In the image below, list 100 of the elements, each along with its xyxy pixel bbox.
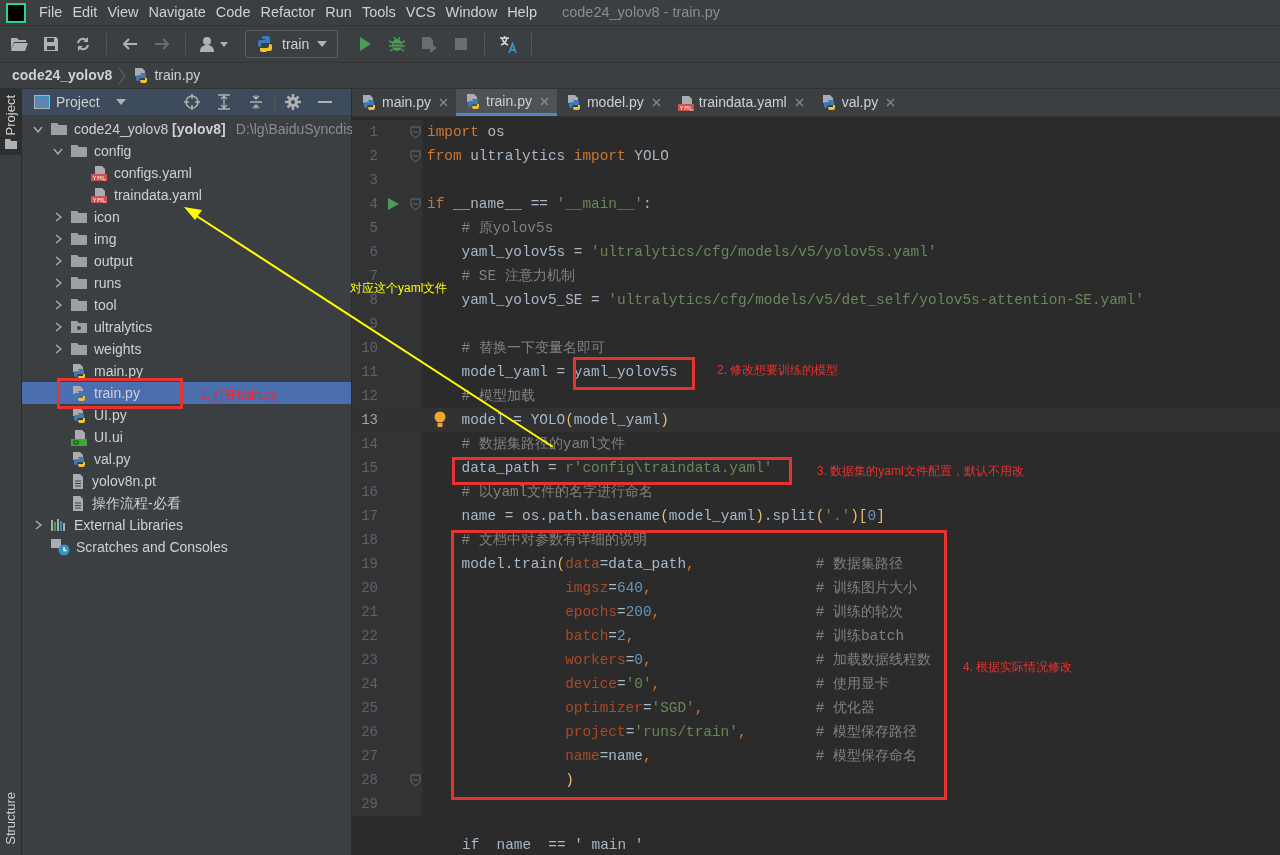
yaml-file-icon	[90, 187, 108, 203]
close-icon	[439, 98, 449, 107]
code-line: # 数据集路径的yaml文件	[460, 436, 626, 452]
run-configuration-dropdown[interactable]: train	[245, 30, 339, 58]
tree-item[interactable]: val.py	[22, 448, 351, 470]
editor-tab[interactable]: main.py	[352, 89, 457, 116]
yaml-file-icon	[676, 94, 695, 111]
translate-icon[interactable]	[499, 35, 518, 53]
tree-item[interactable]: UI.ui	[22, 426, 351, 448]
annotation-note: 2. 修改想要训练的模型	[717, 362, 839, 379]
code-line: device='0', # 使用显卡	[564, 676, 889, 692]
expand-all-icon[interactable]	[216, 94, 232, 110]
tree-item[interactable]: config	[22, 140, 351, 162]
code-line: model = YOLO(model_yaml)	[460, 412, 669, 428]
editor-tab[interactable]: traindata.yaml	[668, 89, 812, 116]
tree-item[interactable]: Scratches and Consoles	[22, 536, 351, 558]
code-line: # 替换一下变量名即可	[460, 340, 605, 356]
menu-item[interactable]: File	[34, 1, 68, 24]
tree-item[interactable]: img	[22, 228, 351, 250]
close-icon	[886, 98, 896, 107]
window-title: code24_yolov8 - train.py	[561, 2, 720, 22]
editor-tab[interactable]: val.py	[811, 89, 904, 116]
folder-icon	[70, 320, 88, 334]
code-line: batch=2, # 训练batch	[564, 628, 905, 644]
user-icon	[199, 35, 217, 53]
tree-item[interactable]: traindata.yaml	[22, 184, 351, 206]
code-line: yaml_yolov5_SE = 'ultralytics/cfg/models/v5/det_self/yolov5s-attention-SE.yaml'	[460, 292, 1144, 308]
bug-icon[interactable]	[388, 35, 407, 53]
tree-item[interactable]: 操作流程-必看	[22, 492, 351, 514]
code-line: # 原yolov5s	[460, 220, 554, 236]
chevron-icon	[118, 66, 127, 85]
code-line: # 模型加载	[460, 388, 535, 404]
menu-item[interactable]: Navigate	[143, 1, 211, 24]
tree-item[interactable]: yolov8n.pt	[22, 470, 351, 492]
tree-item[interactable]: weights	[22, 338, 351, 360]
annotation-note: 对应这个yaml文件	[350, 280, 448, 295]
open-folder-icon[interactable]	[10, 35, 28, 53]
code-line: model.train(data=data_path, # 数据集路径	[460, 556, 903, 572]
folder-icon	[70, 144, 88, 158]
annotation-note: 4. 根据实际情况修改	[963, 659, 1073, 676]
file-icon	[70, 494, 86, 512]
code-line: project='runs/train', # 模型保存路径	[564, 724, 917, 740]
code-line: data_path = r'config\traindata.yaml'	[460, 460, 773, 476]
tree-item[interactable]: code24_yolov8 [yolov8] D:\lg\BaiduSyncdis	[22, 118, 351, 140]
code-line: epochs=200, # 训练的轮次	[564, 604, 903, 620]
breadcrumb-item[interactable]: code24_yolov8	[12, 65, 113, 86]
settings-icon[interactable]	[285, 94, 301, 110]
qt-file-icon	[70, 428, 88, 446]
editor-tab[interactable]: model.py	[556, 89, 669, 116]
tree-item[interactable]: configs.yaml	[22, 162, 351, 184]
caret-icon	[115, 99, 126, 105]
locate-icon[interactable]	[184, 94, 200, 110]
tree-item[interactable]: tool	[22, 294, 351, 316]
menu-item[interactable]: Code	[210, 1, 256, 24]
sync-icon[interactable]	[74, 35, 92, 53]
python-file-icon	[360, 94, 378, 111]
menu-item[interactable]: Refactor	[255, 1, 321, 24]
menu-item[interactable]: Tools	[356, 1, 401, 24]
code-line: from ultralytics import YOLO	[427, 148, 669, 164]
tree-item[interactable]: output	[22, 250, 351, 272]
save-icon[interactable]	[42, 35, 60, 53]
tool-window-tab[interactable]: Structure	[0, 792, 21, 845]
tree-item[interactable]: icon	[22, 206, 351, 228]
tree-item[interactable]: External Libraries	[22, 514, 351, 536]
tree-item[interactable]: runs	[22, 272, 351, 294]
collapse-all-icon[interactable]	[248, 94, 264, 110]
scratches-icon	[50, 538, 70, 556]
line-number: 13	[360, 410, 378, 430]
caret-icon	[220, 41, 228, 47]
code-line: model_yaml = yaml_yolov5s	[460, 364, 678, 380]
folder-icon	[70, 298, 88, 312]
code-line: imgsz=640, # 训练图片大小	[564, 580, 917, 596]
annotation-note: 1. 打开train.py	[200, 387, 277, 404]
code-line: )	[564, 772, 574, 788]
code-line: # 以yaml文件的名字进行命名	[460, 484, 654, 500]
menu-item[interactable]: Window	[440, 1, 503, 24]
file-icon	[70, 472, 86, 490]
tree-item[interactable]: main.py	[22, 360, 351, 382]
python-file-icon	[70, 406, 88, 424]
python-icon	[256, 35, 274, 53]
code-line: if name == ' main '	[462, 836, 644, 855]
menu-item[interactable]: Help	[502, 1, 542, 24]
yaml-file-icon	[90, 165, 108, 181]
close-icon	[794, 98, 804, 107]
code-line: if __name__ == '__main__':	[427, 196, 652, 212]
breadcrumb-item[interactable]: train.py	[132, 65, 201, 86]
code-line: workers=0, # 加载数据线程数	[564, 652, 931, 668]
folder-icon	[4, 139, 17, 150]
menu-item[interactable]: Run	[320, 1, 357, 24]
code-line: yaml_yolov5s = 'ultralytics/cfg/models/v5/yolov5s.yaml'	[460, 244, 937, 260]
menu-item[interactable]: View	[102, 1, 144, 24]
tree-item[interactable]: ultralytics	[22, 316, 351, 338]
menu-item[interactable]: VCS	[400, 1, 441, 24]
libraries-icon	[50, 518, 68, 532]
code-line: name = os.path.basename(model_yaml).split('.')[0]	[460, 508, 885, 524]
app-logo	[6, 2, 26, 23]
close-icon	[651, 98, 661, 107]
menu-item[interactable]: Edit	[67, 1, 103, 24]
editor-tab[interactable]: train.py	[456, 89, 557, 116]
tree-item[interactable]: UI.py	[22, 404, 351, 426]
